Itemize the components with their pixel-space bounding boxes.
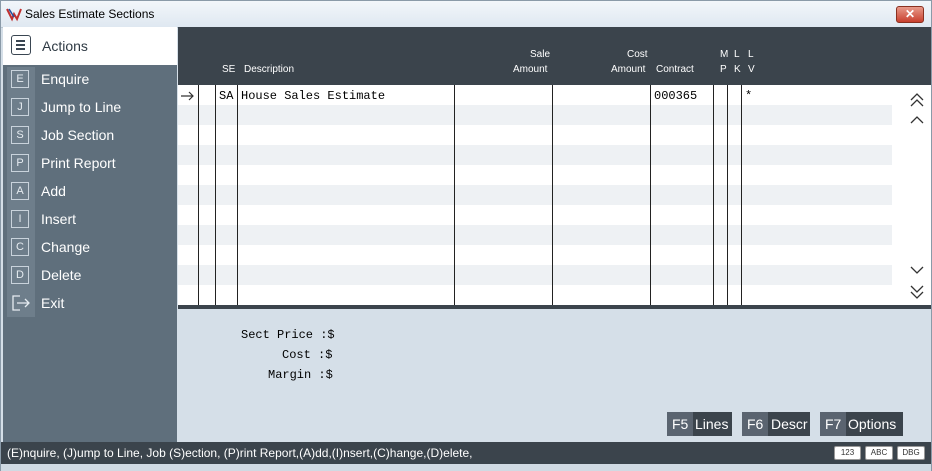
key-c-icon: C xyxy=(11,238,29,256)
actions-sidebar: Actions E Enquire J Jump to Line S Job S… xyxy=(3,27,177,442)
scroll-top-icon[interactable] xyxy=(908,91,926,109)
window-bottom-edge xyxy=(1,464,931,471)
menu-item-add[interactable]: A Add xyxy=(3,178,177,206)
debug-badge[interactable]: DBG xyxy=(897,446,925,460)
f7-options-button[interactable]: F7 Options xyxy=(820,412,903,436)
grid-header: SE Description Sale Amount Cost Amount C… xyxy=(178,27,931,85)
col-header-lk[interactable]: L xyxy=(734,47,740,62)
cell-se: SA xyxy=(219,89,234,103)
window-title: Sales Estimate Sections xyxy=(25,7,155,21)
col-header-mp-2: P xyxy=(720,64,727,75)
row-stripe xyxy=(178,265,892,285)
key-i-icon: I xyxy=(11,210,29,228)
status-hint-text: (E)nquire, (J)ump to Line, Job (S)ection… xyxy=(7,446,473,460)
col-header-lk-2: K xyxy=(734,64,741,75)
exit-icon xyxy=(12,295,30,311)
key-d-icon: D xyxy=(11,266,29,284)
f5-key-label: F5 xyxy=(667,412,694,436)
close-button[interactable]: ✕ xyxy=(896,6,924,23)
menu-item-exit[interactable]: Exit xyxy=(3,290,177,318)
app-logo-icon xyxy=(6,8,22,22)
menu-icon xyxy=(11,35,31,55)
col-header-cost-amount[interactable]: Amount xyxy=(611,62,645,77)
cost-label: Cost :$ xyxy=(282,348,333,362)
scroll-bottom-icon[interactable] xyxy=(908,283,926,301)
cell-description: House Sales Estimate xyxy=(241,89,386,103)
column-divider xyxy=(215,85,216,305)
col-header-cost[interactable]: Cost xyxy=(627,47,648,62)
f5-button-label: Lines xyxy=(695,416,729,432)
column-divider xyxy=(741,85,742,305)
menu-item-label: Job Section xyxy=(41,127,115,143)
col-header-sale[interactable]: Sale xyxy=(530,47,550,62)
sections-grid: SA House Sales Estimate 000365 * xyxy=(178,85,931,305)
col-header-lv[interactable]: L xyxy=(748,47,754,62)
key-s-icon: S xyxy=(11,126,29,144)
f7-key-label: F7 xyxy=(820,412,847,436)
menu-item-label: Exit xyxy=(41,295,65,311)
menu-item-label: Enquire xyxy=(41,71,90,87)
menu-item-label: Insert xyxy=(41,211,77,227)
menu-item-label: Jump to Line xyxy=(41,99,122,115)
column-divider xyxy=(727,85,728,305)
col-header-contract[interactable]: Contract xyxy=(656,62,694,77)
margin-label: Margin :$ xyxy=(268,368,333,382)
column-divider xyxy=(454,85,455,305)
menu-item-label: Print Report xyxy=(41,155,116,171)
menu-item-job-section[interactable]: S Job Section xyxy=(3,122,177,150)
column-divider xyxy=(237,85,238,305)
column-divider xyxy=(650,85,651,305)
key-a-icon: A xyxy=(11,182,29,200)
row-stripe xyxy=(178,145,892,165)
row-stripe xyxy=(178,105,892,125)
row-stripe xyxy=(178,185,892,205)
current-row-arrow-icon xyxy=(181,91,194,101)
f6-key-label: F6 xyxy=(742,412,769,436)
menu-item-enquire[interactable]: E Enquire xyxy=(3,66,177,94)
col-header-lv-2: V xyxy=(748,64,755,75)
key-e-icon: E xyxy=(11,70,29,88)
actions-header[interactable]: Actions xyxy=(3,27,177,65)
col-header-description[interactable]: Description xyxy=(244,62,294,77)
sect-price-label: Sect Price :$ xyxy=(241,328,335,342)
actions-title: Actions xyxy=(42,38,88,54)
cell-contract: 000365 xyxy=(654,89,698,103)
menu-item-jump-to-line[interactable]: J Jump to Line xyxy=(3,94,177,122)
col-header-mp[interactable]: M xyxy=(720,47,728,62)
scroll-up-icon[interactable] xyxy=(908,111,926,129)
f7-button-label: Options xyxy=(848,416,897,432)
column-divider xyxy=(713,85,714,305)
menu-item-insert[interactable]: I Insert xyxy=(3,206,177,234)
scroll-down-icon[interactable] xyxy=(908,261,926,279)
f5-lines-button[interactable]: F5 Lines xyxy=(667,412,732,436)
row-stripe xyxy=(178,225,892,245)
key-p-icon: P xyxy=(11,154,29,172)
numeric-mode-badge[interactable]: 123 xyxy=(834,446,861,460)
menu-item-label: Add xyxy=(41,183,66,199)
grid-bottom-border xyxy=(178,305,931,309)
cell-lv: * xyxy=(745,89,753,103)
col-header-se[interactable]: SE xyxy=(222,62,235,77)
main-panel: SE Description Sale Amount Cost Amount C… xyxy=(178,27,931,442)
f6-button-label: Descr xyxy=(771,416,808,432)
alpha-mode-badge[interactable]: ABC xyxy=(865,446,893,460)
col-header-sale-amount[interactable]: Amount xyxy=(513,62,547,77)
column-divider xyxy=(552,85,553,305)
menu-item-label: Change xyxy=(41,239,91,255)
menu-item-delete[interactable]: D Delete xyxy=(3,262,177,290)
menu-item-print-report[interactable]: P Print Report xyxy=(3,150,177,178)
key-j-icon: J xyxy=(11,98,29,116)
menu-item-label: Delete xyxy=(41,267,82,283)
f6-descr-button[interactable]: F6 Descr xyxy=(742,412,810,436)
column-divider xyxy=(198,85,199,305)
menu-item-change[interactable]: C Change xyxy=(3,234,177,262)
table-row[interactable]: SA House Sales Estimate 000365 * xyxy=(178,85,892,105)
title-bar: Sales Estimate Sections ✕ xyxy=(1,1,931,28)
app-window: Sales Estimate Sections ✕ Actions E Enqu… xyxy=(0,0,932,471)
status-bar: (E)nquire, (J)ump to Line, Job (S)ection… xyxy=(1,442,931,464)
